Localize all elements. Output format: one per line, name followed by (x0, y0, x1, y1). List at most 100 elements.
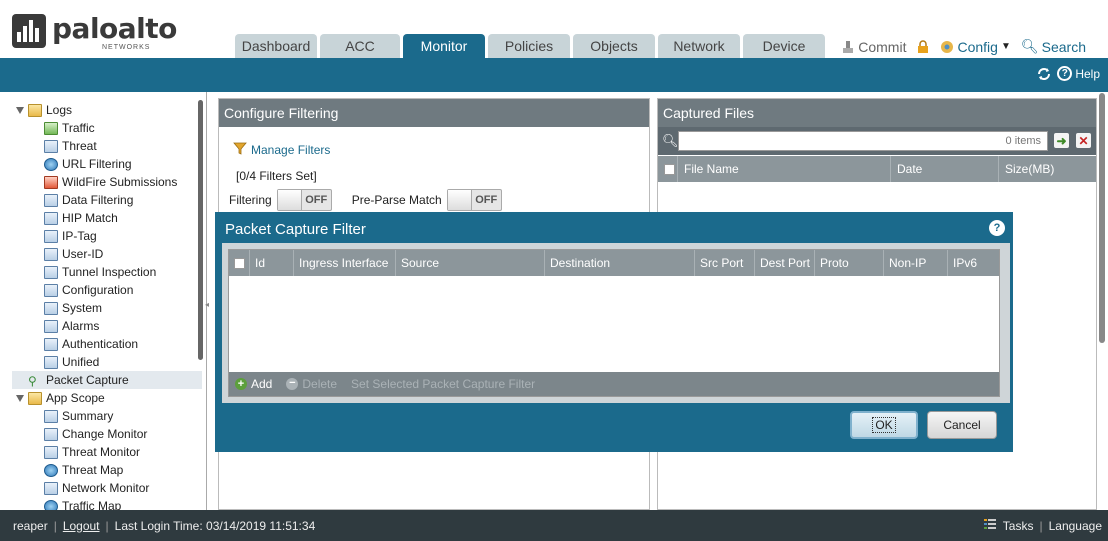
preparse-label: Pre-Parse Match (351, 193, 442, 207)
minus-icon: − (286, 378, 299, 390)
apply-filter-icon[interactable]: ➜ (1054, 133, 1069, 148)
column-source[interactable]: Source (396, 250, 545, 276)
logout-link[interactable]: Logout (63, 519, 100, 533)
manage-filters-link[interactable]: Manage Filters (233, 141, 330, 158)
cancel-button[interactable]: Cancel (927, 411, 997, 439)
sidebar-item-logs[interactable]: Logs (16, 101, 72, 119)
column-dest-port[interactable]: Dest Port (755, 250, 815, 276)
auth-icon (44, 337, 58, 351)
document-icon (44, 193, 58, 207)
tag-icon (44, 229, 58, 243)
tab-device[interactable]: Device (743, 34, 825, 58)
sidebar-item-hip-match[interactable]: HIP Match (44, 209, 118, 227)
document-icon (44, 211, 58, 225)
panel-title: Configure Filtering (219, 99, 649, 127)
sidebar-item-configuration[interactable]: Configuration (44, 281, 133, 299)
sidebar-item-traffic[interactable]: Traffic (44, 119, 95, 137)
tab-acc[interactable]: ACC (320, 34, 400, 58)
sidebar-item-threat[interactable]: Threat (44, 137, 97, 155)
sidebar-item-label: Unified (62, 355, 100, 369)
logo-text: paloalto (52, 12, 177, 45)
column-ingress-interface[interactable]: Ingress Interface (294, 250, 396, 276)
sidebar-item-label: Configuration (62, 283, 134, 297)
search-button[interactable]: 🔍︎ Search (1021, 38, 1086, 55)
separator: | (105, 518, 109, 533)
select-all-checkbox[interactable] (229, 250, 250, 276)
column-id[interactable]: Id (250, 250, 294, 276)
filtering-toggle[interactable]: OFF (276, 189, 332, 211)
tab-dashboard[interactable]: Dashboard (235, 34, 317, 58)
preparse-toggle[interactable]: OFF (446, 189, 502, 211)
sidebar-item-wildfire-submissions[interactable]: WildFire Submissions (44, 173, 177, 191)
commit-icon (841, 40, 855, 54)
tab-monitor[interactable]: Monitor (403, 34, 485, 58)
tree-collapse-icon[interactable] (16, 106, 24, 114)
tab-policies[interactable]: Policies (488, 34, 570, 58)
help-icon[interactable]: ? (989, 220, 1005, 236)
sidebar-item-authentication[interactable]: Authentication (44, 335, 138, 353)
sidebar-item-app-scope[interactable]: App Scope (16, 389, 105, 407)
sidebar-item-system[interactable]: System (44, 299, 102, 317)
packet-capture-icon: ⚲ (28, 373, 37, 388)
toggle-state: OFF (305, 194, 328, 206)
select-all-checkbox[interactable] (658, 156, 678, 182)
username: reaper (13, 518, 48, 533)
sidebar-item-alarms[interactable]: Alarms (44, 317, 99, 335)
column-file-name[interactable]: File Name (678, 156, 891, 182)
toggle-state: OFF (475, 194, 498, 206)
filter-grid: Id Ingress Interface Source Destination … (228, 249, 1000, 397)
sidebar-item-traffic-map[interactable]: Traffic Map (44, 497, 121, 510)
sidebar-item-unified[interactable]: Unified (44, 353, 99, 371)
sidebar-item-label: Change Monitor (62, 427, 148, 441)
column-size[interactable]: Size(MB) (999, 156, 1096, 182)
lock-icon[interactable] (916, 39, 930, 54)
header: paloalto NETWORKS Dashboard ACC Monitor … (0, 0, 1108, 58)
language-link[interactable]: Language (1049, 519, 1102, 533)
sidebar-item-summary[interactable]: Summary (44, 407, 113, 425)
column-non-ip[interactable]: Non-IP (884, 250, 948, 276)
column-proto[interactable]: Proto (815, 250, 884, 276)
column-ipv6[interactable]: IPv6 (948, 250, 999, 276)
config-dropdown[interactable]: Config ▼ (940, 39, 1011, 55)
sidebar-item-user-id[interactable]: User-ID (44, 245, 103, 263)
commit-button[interactable]: Commit (841, 39, 906, 55)
sidebar-item-label: IP-Tag (62, 229, 97, 243)
tab-objects[interactable]: Objects (573, 34, 655, 58)
clear-filter-icon[interactable]: ✕ (1076, 133, 1091, 148)
help-button[interactable]: ? Help (1057, 66, 1100, 81)
filtering-row: Filtering OFF Pre-Parse Match OFF (229, 189, 502, 211)
ok-button[interactable]: OK (850, 411, 918, 439)
add-button[interactable]: + Add (235, 377, 272, 391)
sidebar-scrollbar[interactable] (198, 100, 203, 360)
sidebar-item-packet-capture[interactable]: ⚲ Packet Capture (12, 371, 202, 389)
column-src-port[interactable]: Src Port (695, 250, 755, 276)
sidebar-item-change-monitor[interactable]: Change Monitor (44, 425, 147, 443)
sidebar-item-url-filtering[interactable]: URL Filtering (44, 155, 132, 173)
captured-files-search-bar: 🔍︎ 0 items ➜ ✕ (658, 127, 1096, 155)
tab-network[interactable]: Network (658, 34, 740, 58)
sidebar-item-data-filtering[interactable]: Data Filtering (44, 191, 133, 209)
sidebar-item-threat-map[interactable]: Threat Map (44, 461, 123, 479)
refresh-icon[interactable] (1036, 66, 1052, 82)
column-destination[interactable]: Destination (545, 250, 695, 276)
paloalto-logo[interactable]: paloalto NETWORKS (12, 12, 177, 56)
config-icon (44, 283, 58, 297)
tree-collapse-icon[interactable] (16, 394, 24, 402)
tunnel-icon (44, 265, 58, 279)
sidebar-item-label: Authentication (62, 337, 139, 351)
filter-icon (233, 141, 247, 158)
set-selected-filter-button[interactable]: Set Selected Packet Capture Filter (351, 377, 535, 391)
splitter-handle[interactable]: ◂ (205, 300, 211, 320)
sidebar-item-tunnel-inspection[interactable]: Tunnel Inspection (44, 263, 156, 281)
ok-label: OK (872, 417, 896, 433)
delete-button[interactable]: − Delete (286, 377, 337, 391)
sidebar-item-ip-tag[interactable]: IP-Tag (44, 227, 97, 245)
search-label: Search (1041, 38, 1086, 55)
page-scrollbar[interactable] (1099, 93, 1105, 343)
commit-label: Commit (858, 38, 907, 55)
sidebar-item-network-monitor[interactable]: Network Monitor (44, 479, 149, 497)
column-date[interactable]: Date (891, 156, 999, 182)
tasks-link[interactable]: Tasks (1003, 519, 1034, 533)
sidebar-item-threat-monitor[interactable]: Threat Monitor (44, 443, 140, 461)
captured-files-search-input[interactable]: 0 items (678, 131, 1048, 151)
